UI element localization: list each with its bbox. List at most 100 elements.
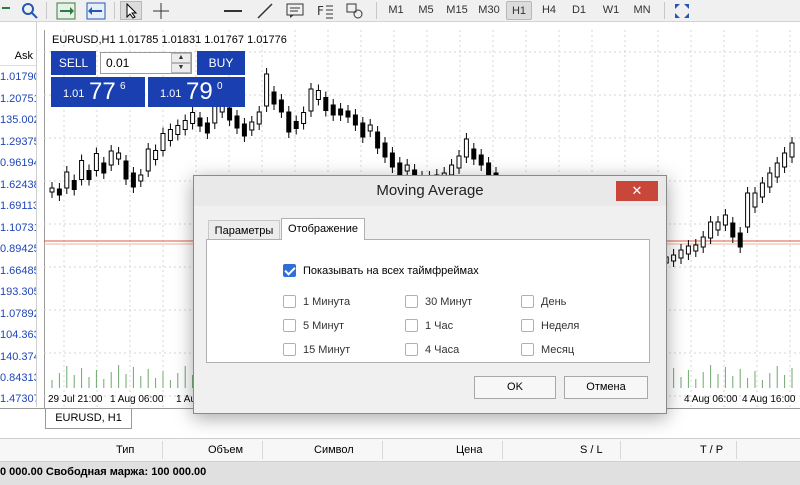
timeframe-checkbox-month[interactable]: Месяц [521, 343, 574, 356]
checkbox-icon[interactable] [283, 343, 296, 356]
market-watch-price[interactable]: 1.29375 [0, 136, 36, 148]
candle-body [160, 133, 166, 151]
timeframe-checkbox-1hour[interactable]: 1 Час [405, 319, 453, 332]
tab-display[interactable]: Отображение [281, 218, 365, 240]
one-click-trading-panel: SELL ▲ ▼ BUY 1.01 77 6 1.01 79 0 [51, 51, 245, 108]
column-header-sl[interactable]: S / L [580, 444, 603, 456]
market-watch-price[interactable]: 193.305 [0, 286, 36, 298]
checkbox-icon[interactable] [405, 295, 418, 308]
cancel-button[interactable]: Отмена [564, 376, 648, 399]
market-watch-price[interactable]: 140.374 [0, 351, 36, 363]
x-axis-label: 29 Jul 21:00 [48, 394, 103, 405]
timeframe-m5[interactable]: M5 [414, 1, 438, 20]
market-watch-price[interactable]: 1.69113 [0, 200, 36, 212]
market-watch-price[interactable]: 1.20751 [0, 93, 36, 105]
market-watch-price[interactable]: 1.66485 [0, 265, 36, 277]
buy-button[interactable]: BUY [197, 51, 245, 75]
checkbox-icon[interactable] [283, 319, 296, 332]
market-watch-price[interactable]: 1.47307 [0, 393, 36, 405]
x-axis-label: 4 Aug 06:00 [684, 394, 738, 405]
column-header-symbol[interactable]: Символ [314, 444, 354, 456]
checkbox-icon[interactable] [405, 343, 418, 356]
checkbox-checked-icon[interactable] [283, 264, 296, 277]
chart-tab-eurusd[interactable]: EURUSD, H1 [45, 409, 132, 429]
candle-body [108, 150, 114, 166]
market-watch-price[interactable]: 0.89425 [0, 243, 36, 255]
timeframe-checkbox-30min[interactable]: 30 Минут [405, 295, 472, 308]
column-header-price[interactable]: Цена [456, 444, 482, 456]
checkbox-icon[interactable] [405, 319, 418, 332]
candle-body [360, 122, 366, 138]
stepper-down-icon[interactable]: ▼ [171, 63, 191, 73]
market-watch-price[interactable]: 0.96194 [0, 157, 36, 169]
lot-stepper[interactable]: ▲ ▼ [171, 53, 191, 73]
timeframe-m1[interactable]: M1 [384, 1, 408, 20]
market-watch-price[interactable]: 1.01790 [0, 71, 36, 83]
divider [0, 65, 36, 66]
zoom-out-icon[interactable] [20, 1, 40, 20]
timeframe-h1[interactable]: H1 [506, 1, 532, 20]
timeframe-checkbox-15min[interactable]: 15 Минут [283, 343, 350, 356]
buy-price-fraction: 0 [217, 81, 223, 92]
stepper-up-icon[interactable]: ▲ [171, 53, 191, 63]
checkbox-icon[interactable] [521, 343, 534, 356]
fibonacci-icon[interactable]: F [314, 1, 336, 20]
timeframe-checkbox-week[interactable]: Неделя [521, 319, 579, 332]
close-icon[interactable]: ✕ [616, 181, 658, 201]
shapes-icon[interactable] [344, 1, 366, 20]
market-watch-price[interactable]: 1.07892 [0, 308, 36, 320]
timeframe-w1[interactable]: W1 [598, 1, 624, 20]
market-watch-price[interactable]: 1.10731 [0, 222, 36, 234]
horizontal-line-icon[interactable] [222, 1, 244, 20]
show-all-timeframes-checkbox[interactable]: Показывать на всех таймфреймах [283, 264, 479, 277]
candle-body [293, 121, 299, 129]
candle-body [759, 182, 765, 198]
trendline-icon[interactable] [254, 1, 276, 20]
candle-body [330, 104, 336, 116]
timeframe-checkbox-day[interactable]: День [521, 295, 566, 308]
fullscreen-icon[interactable] [672, 1, 692, 20]
checkbox-icon[interactable] [283, 295, 296, 308]
divider [620, 441, 621, 459]
cursor-icon[interactable] [120, 1, 142, 20]
timeframe-mn[interactable]: MN [628, 1, 656, 20]
candle-body [745, 192, 751, 228]
market-watch-price[interactable]: 104.363 [0, 329, 36, 341]
tab-parameters[interactable]: Параметры [208, 220, 280, 240]
candle-body [182, 120, 188, 130]
market-watch-price[interactable]: 0.84313 [0, 372, 36, 384]
timeframe-checkbox-5min[interactable]: 5 Минут [283, 319, 344, 332]
text-label-icon[interactable] [284, 1, 306, 20]
timeframe-checkbox-4hours[interactable]: 4 Часа [405, 343, 459, 356]
timeframe-h4[interactable]: H4 [536, 1, 562, 20]
timeframe-m30[interactable]: M30 [474, 1, 504, 20]
column-header-volume[interactable]: Объем [208, 444, 243, 456]
crosshair-icon[interactable] [150, 1, 172, 20]
auto-scroll-icon[interactable] [54, 1, 78, 20]
candle-body [227, 107, 233, 121]
market-watch-price[interactable]: 135.002 [0, 114, 36, 126]
timeframe-d1[interactable]: D1 [566, 1, 592, 20]
zoom-in-icon[interactable] [2, 1, 12, 20]
candle-body [175, 125, 181, 135]
timeframe-checkbox-1min[interactable]: 1 Минута [283, 295, 350, 308]
buy-price[interactable]: 1.01 79 0 [148, 77, 245, 107]
timeframe-m15[interactable]: M15 [442, 1, 472, 20]
ok-button[interactable]: OK [474, 376, 556, 399]
candle-body [278, 99, 284, 113]
candle-body [197, 117, 203, 127]
sell-button[interactable]: SELL [51, 51, 96, 75]
sell-price[interactable]: 1.01 77 6 [51, 77, 145, 107]
toolbar-separator [114, 2, 115, 19]
checkbox-icon[interactable] [521, 319, 534, 332]
chart-shift-icon[interactable] [84, 1, 108, 20]
market-watch-price[interactable]: 1.62438 [0, 179, 36, 191]
candle-body [264, 73, 270, 107]
column-header-type[interactable]: Тип [116, 444, 134, 456]
column-header-tp[interactable]: T / P [700, 444, 723, 456]
checkbox-icon[interactable] [521, 295, 534, 308]
candle-body [308, 88, 314, 112]
candle-body [79, 160, 85, 180]
candle-body [767, 172, 773, 188]
divider [162, 441, 163, 459]
